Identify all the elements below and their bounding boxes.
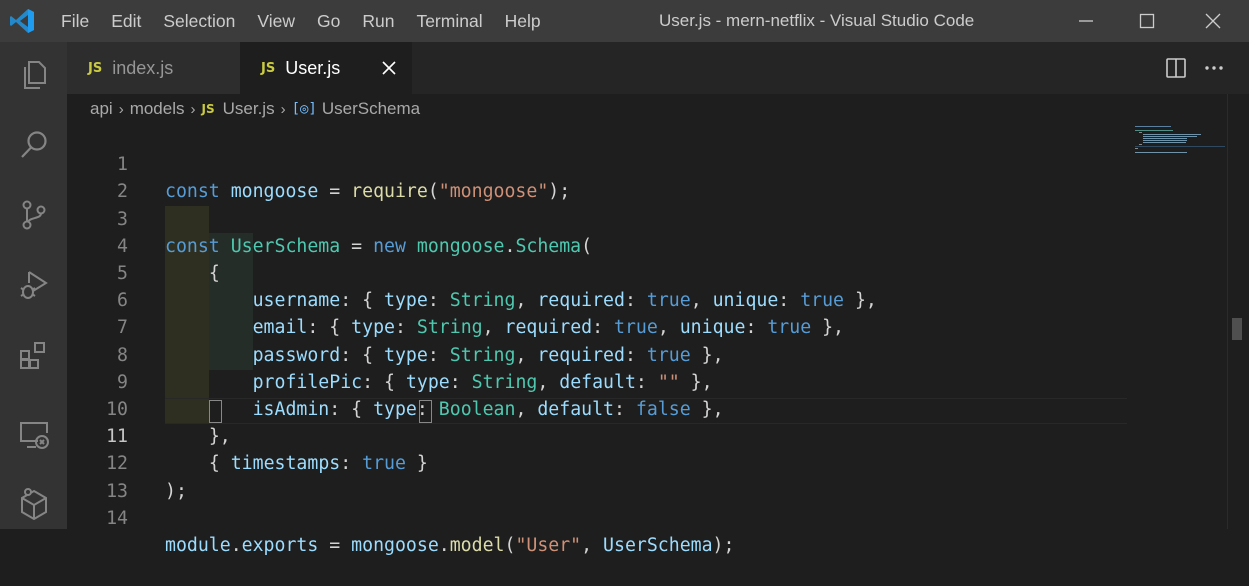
code-line: 6 email: { type: String, required: true,…	[67, 260, 1227, 338]
close-icon	[1205, 13, 1221, 29]
chevron-right-icon: ›	[280, 100, 286, 118]
menu-terminal[interactable]: Terminal	[405, 0, 493, 42]
docker-icon	[20, 488, 47, 521]
close-window-button[interactable]	[1190, 0, 1236, 42]
code-line: 3 const UserSchema = new mongoose.Schema…	[67, 178, 1227, 257]
vertical-scrollbar[interactable]	[1227, 94, 1249, 529]
maximize-button[interactable]	[1124, 0, 1170, 42]
breadcrumb-folder-api[interactable]: api	[90, 99, 113, 119]
minimize-icon	[1079, 20, 1093, 22]
code-line: 12 );	[67, 423, 1227, 501]
remote-explorer-icon	[19, 422, 49, 449]
breadcrumb-file[interactable]: User.js	[223, 99, 275, 119]
js-file-icon: JS	[88, 60, 103, 76]
code-line: 8 profilePic: { type: String, default: "…	[67, 314, 1227, 393]
tab-label: index.js	[112, 57, 174, 78]
code-line: 13	[67, 450, 1227, 502]
chevron-right-icon: ›	[190, 100, 196, 118]
code-line: 2	[67, 151, 1227, 202]
docker-button[interactable]	[0, 478, 67, 532]
scrollbar-thumb[interactable]	[1232, 318, 1242, 340]
js-file-icon: JS	[261, 60, 276, 76]
title-bar: File Edit Selection View Go Run Terminal…	[0, 0, 1249, 42]
code-line: 1 const mongoose = require("mongoose");	[67, 124, 1227, 202]
extensions-icon	[19, 342, 45, 369]
breadcrumb-folder-models[interactable]: models	[130, 99, 185, 119]
run-debug-button[interactable]	[0, 258, 67, 312]
menu-file[interactable]: File	[50, 0, 100, 42]
code-text: module.exports = mongoose.model("User", …	[165, 535, 735, 556]
code-editor[interactable]: 1 const mongoose = require("mongoose"); …	[67, 124, 1227, 556]
menu-view[interactable]: View	[246, 0, 306, 42]
line-number: 14	[106, 507, 128, 529]
code-line: 11 { timestamps: true }	[67, 396, 1227, 474]
menu-run[interactable]: Run	[351, 0, 405, 42]
vscode-logo-icon	[10, 9, 34, 33]
menu-help[interactable]: Help	[494, 0, 552, 42]
menu-go[interactable]: Go	[306, 0, 351, 42]
minimap[interactable]	[1135, 124, 1227, 174]
split-editor-icon	[1166, 58, 1186, 78]
code-line: 14 module.exports = mongoose.model("User…	[67, 478, 1227, 556]
run-debug-icon	[19, 271, 48, 299]
breadcrumb-symbol[interactable]: UserSchema	[322, 99, 420, 119]
code-line: 9 isAdmin: { type: Boolean, default: fal…	[67, 342, 1227, 420]
remote-explorer-button[interactable]	[0, 408, 67, 462]
code-line: 10 },	[67, 369, 1227, 447]
editor-tabs: JS index.js JS User.js	[67, 42, 1249, 94]
search-button[interactable]	[0, 118, 67, 172]
tab-user-js[interactable]: JS User.js	[240, 42, 412, 94]
close-icon	[382, 61, 396, 75]
explorer-button[interactable]	[0, 48, 67, 102]
tab-index-js[interactable]: JS index.js	[67, 42, 240, 94]
more-icon	[1205, 66, 1223, 70]
breadcrumb: api › models › JS User.js › [◎] UserSche…	[90, 94, 420, 124]
menu-edit[interactable]: Edit	[100, 0, 152, 42]
more-actions-button[interactable]	[1203, 57, 1225, 79]
symbol-variable-icon: [◎]	[291, 101, 317, 117]
tab-label: User.js	[285, 57, 341, 78]
window-title: User.js - mern-netflix - Visual Studio C…	[659, 11, 975, 30]
activity-bar	[0, 42, 67, 529]
maximize-icon	[1139, 13, 1155, 29]
code-line: 4 {	[67, 206, 1227, 284]
split-editor-button[interactable]	[1165, 57, 1187, 79]
source-control-button[interactable]	[0, 188, 67, 242]
minimize-button[interactable]	[1063, 0, 1109, 42]
js-file-icon: JS	[201, 102, 215, 116]
chevron-right-icon: ›	[118, 100, 124, 118]
search-icon	[20, 131, 47, 158]
menu-bar: File Edit Selection View Go Run Terminal…	[50, 0, 552, 42]
source-control-icon	[22, 200, 45, 230]
code-line: 7 password: { type: String, required: tr…	[67, 287, 1227, 365]
close-tab-button[interactable]	[378, 57, 400, 79]
code-line: 5 username: { type: String, required: tr…	[67, 233, 1227, 311]
extensions-button[interactable]	[0, 328, 67, 382]
explorer-icon	[23, 61, 46, 89]
menu-selection[interactable]: Selection	[152, 0, 246, 42]
